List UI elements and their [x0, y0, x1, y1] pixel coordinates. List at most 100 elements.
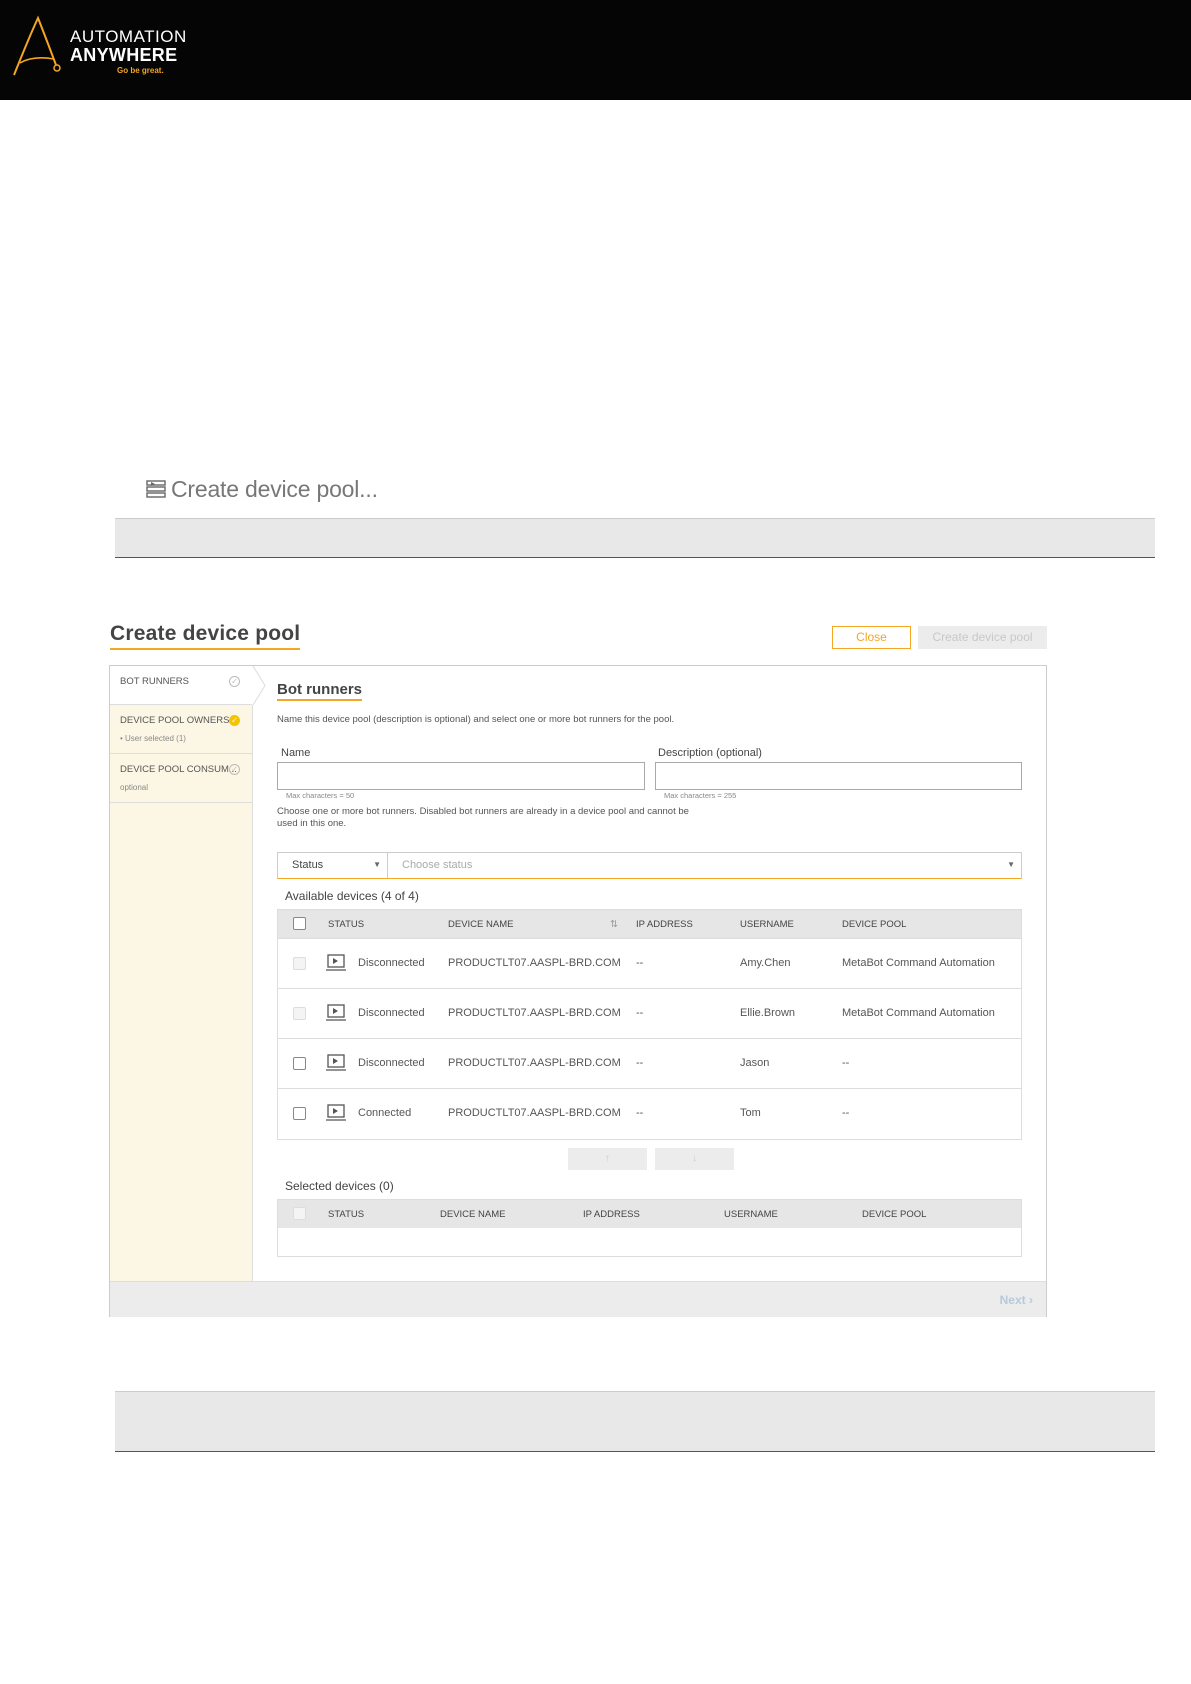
col-ip-address[interactable]: IP ADDRESS	[636, 919, 693, 930]
col-ip-address[interactable]: IP ADDRESS	[583, 1209, 640, 1220]
row-checkbox[interactable]	[293, 957, 306, 970]
description-input[interactable]	[655, 762, 1022, 790]
status-text: Disconnected	[358, 1057, 425, 1069]
ip-address: --	[636, 957, 644, 969]
step-label: DEVICE POOL CONSUM...	[120, 764, 237, 775]
step-sub: • User selected (1)	[120, 734, 186, 743]
name-label: Name	[281, 747, 311, 759]
step-bot-runners[interactable]: BOT RUNNERS ✓	[110, 666, 252, 705]
caret-down-icon: ▼	[1007, 860, 1015, 869]
device-pool: --	[842, 1107, 850, 1119]
selected-devices-table: STATUS DEVICE NAME IP ADDRESS USERNAME D…	[277, 1199, 1022, 1257]
device-pool-icon	[146, 479, 166, 498]
bot-runner-device-icon	[326, 1054, 346, 1071]
status-filter: Status ▼ Choose status ▼	[277, 852, 1022, 879]
status-text: Disconnected	[358, 957, 425, 969]
col-device-name[interactable]: DEVICE NAME	[440, 1209, 505, 1220]
brand-logo: AUTOMATION ANYWHERE Go be great.	[10, 15, 210, 80]
table-row[interactable]: Disconnected PRODUCTLT07.AASPL-BRD.COM -…	[278, 1038, 1021, 1088]
status-value-select[interactable]: Choose status ▼	[388, 853, 1021, 878]
available-devices-table: STATUS DEVICE NAME ⇅ IP ADDRESS USERNAME…	[277, 909, 1022, 1140]
device-name: PRODUCTLT07.AASPL-BRD.COM	[448, 1007, 621, 1019]
device-name: PRODUCTLT07.AASPL-BRD.COM	[448, 957, 621, 969]
step-label: BOT RUNNERS	[120, 676, 189, 687]
bot-runner-device-icon	[326, 1004, 346, 1021]
create-device-pool-button[interactable]: Create device pool	[918, 626, 1047, 649]
row-checkbox[interactable]	[293, 1107, 306, 1120]
table-header: STATUS DEVICE NAME ⇅ IP ADDRESS USERNAME…	[278, 910, 1021, 938]
chevron-right-icon: ›	[1029, 1293, 1033, 1307]
wizard-steps: BOT RUNNERS ✓ DEVICE POOL OWNERS • User …	[110, 666, 253, 1281]
col-device-pool[interactable]: DEVICE POOL	[862, 1209, 926, 1220]
ip-address: --	[636, 1107, 644, 1119]
filter-field-select[interactable]: Status ▼	[278, 853, 388, 878]
close-button[interactable]: Close	[832, 626, 911, 649]
info-band-bottom	[115, 1391, 1155, 1452]
row-checkbox[interactable]	[293, 1007, 306, 1020]
next-button[interactable]: Next ›	[1000, 1293, 1033, 1307]
row-checkbox[interactable]	[293, 1057, 306, 1070]
status-text: Connected	[358, 1107, 412, 1119]
bot-runner-device-icon	[326, 954, 346, 971]
section-title: Create device pool...	[145, 476, 378, 503]
step-device-pool-consumers[interactable]: DEVICE POOL CONSUM... optional ✓	[110, 754, 252, 803]
info-band-top	[115, 518, 1155, 558]
next-label: Next	[999, 1293, 1026, 1307]
check-circle-icon: ✓	[229, 764, 240, 775]
username: Ellie.Brown	[740, 1007, 796, 1019]
choose-instructions: Choose one or more bot runners. Disabled…	[277, 806, 689, 829]
description-hint: Max characters = 255	[664, 791, 737, 800]
available-devices-label: Available devices (4 of 4)	[285, 889, 419, 903]
col-username[interactable]: USERNAME	[724, 1209, 778, 1220]
automation-anywhere-logo-icon	[13, 15, 61, 76]
ip-address: --	[636, 1007, 644, 1019]
check-circle-filled-icon: ✓	[229, 715, 240, 726]
device-pool: --	[842, 1057, 850, 1069]
description-label: Description (optional)	[658, 747, 762, 759]
app-header: AUTOMATION ANYWHERE Go be great.	[0, 0, 1191, 100]
section-title-text: Create device pool...	[171, 476, 378, 502]
step-sub: optional	[120, 783, 149, 792]
col-username[interactable]: USERNAME	[740, 919, 794, 930]
col-device-name[interactable]: DEVICE NAME	[448, 919, 513, 930]
check-circle-icon: ✓	[229, 676, 240, 687]
table-row[interactable]: Disconnected PRODUCTLT07.AASPL-BRD.COM -…	[278, 988, 1021, 1038]
name-hint: Max characters = 50	[286, 791, 355, 800]
dialog-title: Create device pool	[110, 622, 301, 650]
create-device-pool-dialog: BOT RUNNERS ✓ DEVICE POOL OWNERS • User …	[109, 665, 1047, 1317]
bot-runner-device-icon	[326, 1104, 346, 1121]
username: Tom	[740, 1107, 761, 1119]
username: Jason	[740, 1057, 770, 1069]
table-row[interactable]: Connected PRODUCTLT07.AASPL-BRD.COM -- T…	[278, 1088, 1021, 1138]
col-device-pool[interactable]: DEVICE POOL	[842, 919, 906, 930]
status-text: Disconnected	[358, 1007, 425, 1019]
table-row[interactable]: Disconnected PRODUCTLT07.AASPL-BRD.COM -…	[278, 938, 1021, 988]
step-device-pool-owners[interactable]: DEVICE POOL OWNERS • User selected (1) ✓	[110, 705, 252, 754]
selected-devices-label: Selected devices (0)	[285, 1179, 394, 1193]
table-header: STATUS DEVICE NAME IP ADDRESS USERNAME D…	[278, 1200, 1021, 1228]
username: Amy.Chen	[740, 957, 791, 969]
dialog-footer: Next ›	[110, 1281, 1046, 1317]
filter-field-label: Status	[292, 859, 324, 871]
caret-down-icon: ▼	[373, 860, 381, 869]
name-input[interactable]	[277, 762, 645, 790]
select-all-checkbox[interactable]	[293, 917, 306, 930]
device-pool: MetaBot Command Automation	[842, 1007, 995, 1019]
move-to-available-button[interactable]: ↓	[655, 1148, 734, 1170]
brand-line1: AUTOMATION	[70, 27, 187, 46]
sort-icon[interactable]: ⇅	[610, 919, 618, 930]
bot-runners-panel: Bot runners Name this device pool (descr…	[253, 666, 1046, 1281]
move-to-selected-button[interactable]: ↑	[568, 1148, 647, 1170]
ip-address: --	[636, 1057, 644, 1069]
panel-description: Name this device pool (description is op…	[277, 714, 675, 725]
brand-tagline: Go be great.	[117, 66, 164, 75]
col-status[interactable]: STATUS	[328, 919, 364, 930]
col-status[interactable]: STATUS	[328, 1209, 364, 1220]
device-name: PRODUCTLT07.AASPL-BRD.COM	[448, 1107, 621, 1119]
panel-title: Bot runners	[277, 681, 363, 701]
status-placeholder: Choose status	[402, 859, 473, 871]
select-all-checkbox[interactable]	[293, 1207, 306, 1220]
step-label: DEVICE POOL OWNERS	[120, 715, 230, 726]
device-pool: MetaBot Command Automation	[842, 957, 995, 969]
device-name: PRODUCTLT07.AASPL-BRD.COM	[448, 1057, 621, 1069]
